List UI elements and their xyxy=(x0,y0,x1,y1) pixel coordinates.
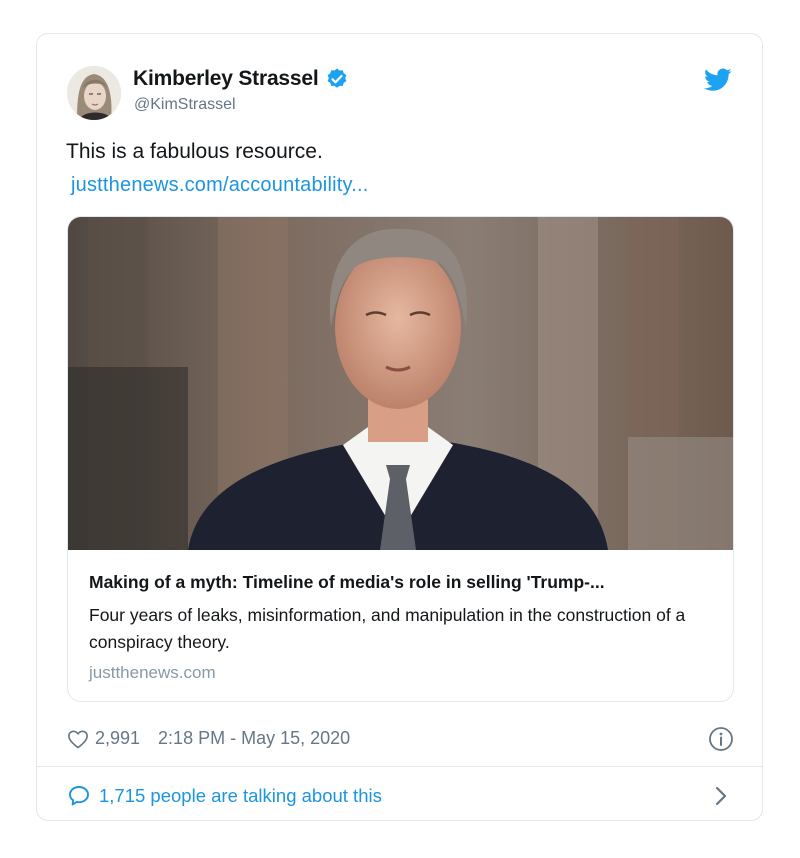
link-card-domain: justthenews.com xyxy=(89,663,216,682)
tweet-text: This is a fabulous resource. xyxy=(66,140,323,163)
speech-bubble-icon xyxy=(69,786,89,806)
link-preview-image xyxy=(68,217,733,550)
link-card-description: Four years of leaks, misinformation, and… xyxy=(89,605,686,652)
tweet-meta: 2,991 2:18 PM - May 15, 2020 xyxy=(67,728,350,749)
like-count[interactable]: 2,991 xyxy=(95,728,140,749)
author-handle[interactable]: @KimStrassel xyxy=(134,96,236,114)
avatar-portrait xyxy=(67,66,121,120)
conversation-link[interactable]: 1,715 people are talking about this xyxy=(67,784,382,808)
tweet-timestamp[interactable]: 2:18 PM - May 15, 2020 xyxy=(158,728,350,749)
chevron-right-icon[interactable] xyxy=(714,785,728,807)
divider xyxy=(37,766,762,767)
tweet-link[interactable]: justthenews.com/accountability... xyxy=(71,174,368,197)
author-name[interactable]: Kimberley Strassel xyxy=(133,67,319,91)
embedded-tweet-card: Kimberley Strassel @KimStrassel This is … xyxy=(36,33,763,821)
heart-icon[interactable] xyxy=(67,729,89,749)
verified-badge-icon xyxy=(327,68,346,88)
info-icon[interactable] xyxy=(708,726,734,752)
link-preview-card[interactable]: Making of a myth: Timeline of media's ro… xyxy=(67,216,734,702)
link-card-title[interactable]: Making of a myth: Timeline of media's ro… xyxy=(89,572,605,593)
avatar[interactable] xyxy=(67,66,121,120)
twitter-bird-icon[interactable] xyxy=(704,68,732,92)
conversation-count-text[interactable]: 1,715 people are talking about this xyxy=(99,785,382,807)
